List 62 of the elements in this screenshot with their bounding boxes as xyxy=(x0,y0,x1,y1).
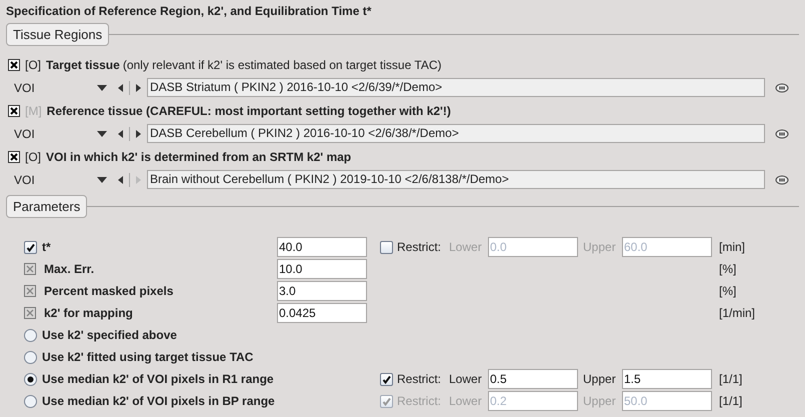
unit-label: [1/min] xyxy=(719,305,756,322)
voi-field[interactable]: Brain without Cerebellum ( PKIN2 ) 2019-10-10 <2/6/8138/*/Demo> xyxy=(147,170,765,189)
panel-title: Specification of Reference Region, k2', and Equilibration Time t* xyxy=(6,3,372,19)
next-arrow-icon[interactable] xyxy=(136,84,141,92)
voi-field[interactable]: DASB Cerebellum ( PKIN2 ) 2016-10-10 <2/6/38/*/Demo> xyxy=(147,124,765,143)
more-options-icon[interactable] xyxy=(775,82,789,92)
voi-field[interactable]: DASB Striatum ( PKIN2 ) 2016-10-10 <2/6/39/*/Demo> xyxy=(147,78,765,97)
value-field[interactable]: 40.0 xyxy=(277,237,367,257)
radio-button[interactable] xyxy=(24,394,37,408)
radio-button[interactable] xyxy=(24,372,37,386)
region-tag: [O] xyxy=(25,56,42,74)
parameter-label: Use k2' specified above xyxy=(42,327,177,344)
dropdown-caret-icon[interactable] xyxy=(97,84,107,90)
unit-label: [%] xyxy=(719,283,736,300)
selector-label: VOI xyxy=(13,126,36,142)
upper-field[interactable]: 1.5 xyxy=(622,369,712,389)
region-tag: [O] xyxy=(25,148,42,166)
upper-label: Upper xyxy=(583,239,617,256)
upper-label: Upper xyxy=(583,371,617,388)
unit-label: [1/1] xyxy=(719,371,742,388)
previous-arrow-icon[interactable] xyxy=(118,84,123,92)
parameter-label: k2' for mapping xyxy=(44,305,133,322)
checkbox[interactable] xyxy=(8,104,20,116)
restrict-label: Restrict: xyxy=(397,393,442,410)
section-tab[interactable]: Parameters xyxy=(6,195,88,218)
selector-label: VOI xyxy=(13,80,36,96)
region-label: Target tissue xyxy=(46,56,120,74)
region-label: VOI in which k2' is determined from an SRTM k2' map xyxy=(46,148,352,166)
parameter-label: Use median k2' of VOI pixels in BP range xyxy=(42,393,275,410)
parameter-label: Use k2' fitted using target tissue TAC xyxy=(42,349,254,366)
previous-arrow-icon[interactable] xyxy=(118,176,123,184)
region-label: Reference tissue (CAREFUL: most important setting together with k2'!) xyxy=(46,102,451,120)
unit-label: [%] xyxy=(719,261,736,278)
region-note: (only relevant if k2' is estimated based on target tissue TAC) xyxy=(122,56,442,74)
previous-arrow-icon[interactable] xyxy=(118,130,123,138)
dropdown-caret-icon[interactable] xyxy=(97,176,107,182)
radio-button[interactable] xyxy=(24,350,37,364)
more-options-icon[interactable] xyxy=(775,174,789,184)
checkbox[interactable] xyxy=(380,372,393,386)
selector-label: VOI xyxy=(13,172,36,188)
parameter-label: t* xyxy=(42,239,51,256)
lower-label: Lower xyxy=(449,371,483,388)
parameter-label: Use median k2' of VOI pixels in R1 range xyxy=(42,371,274,388)
next-arrow-icon[interactable] xyxy=(136,130,141,138)
unit-label: [1/1] xyxy=(719,393,742,410)
upper-label: Upper xyxy=(583,393,617,410)
lower-label: Lower xyxy=(449,393,483,410)
lower-field[interactable]: 0.5 xyxy=(488,369,578,389)
lower-label: Lower xyxy=(449,239,483,256)
parameter-label: Percent masked pixels xyxy=(44,283,174,300)
parameter-label: Max. Err. xyxy=(44,261,94,278)
section-tab[interactable]: Tissue Regions xyxy=(6,23,110,46)
unit-label: [min] xyxy=(719,239,746,256)
checkbox[interactable] xyxy=(24,240,37,254)
checkbox[interactable] xyxy=(8,58,20,70)
dropdown-caret-icon[interactable] xyxy=(97,130,107,136)
radio-button[interactable] xyxy=(24,328,37,342)
checkbox[interactable] xyxy=(8,150,20,162)
more-options-icon[interactable] xyxy=(775,128,789,138)
restrict-label: Restrict: xyxy=(397,371,442,388)
restrict-label: Restrict: xyxy=(397,239,442,256)
checkbox[interactable] xyxy=(380,240,393,254)
